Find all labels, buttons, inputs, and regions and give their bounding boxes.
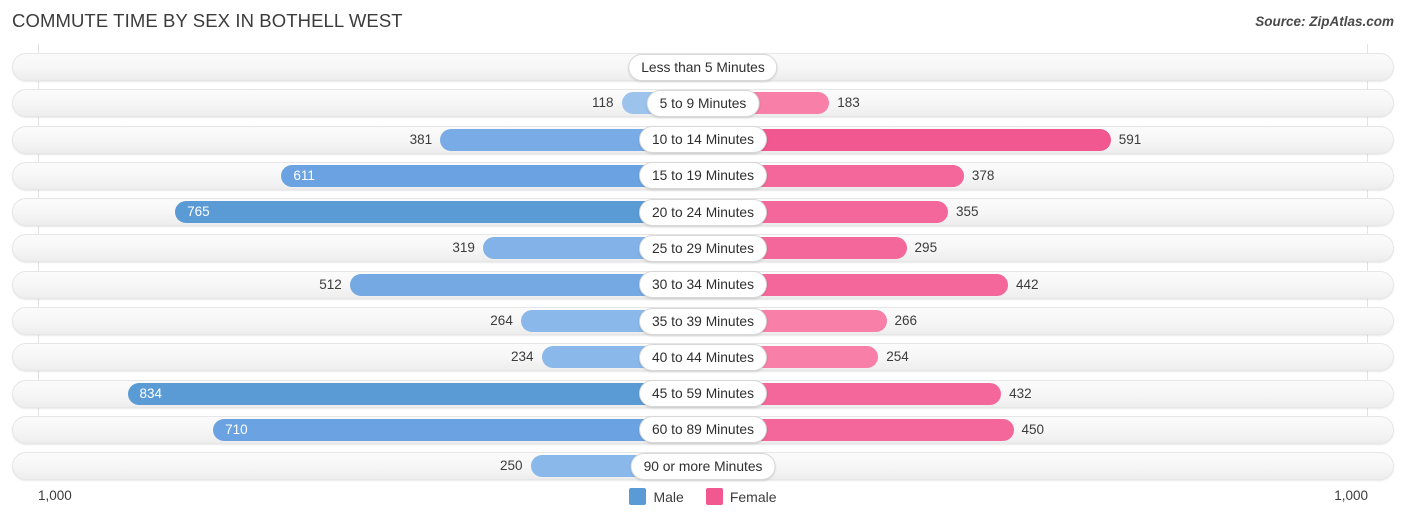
bar-value-male: 710 xyxy=(225,421,248,437)
category-label-pill: 35 to 39 Minutes xyxy=(638,307,768,335)
bar-value-male: 250 xyxy=(499,458,523,474)
bar-row: 710 450 60 to 89 Minutes xyxy=(0,413,1406,449)
bar-value-male: 264 xyxy=(490,313,513,329)
bar-value-male: 611 xyxy=(293,167,315,183)
bar-male[interactable] xyxy=(127,382,703,405)
bar-row: 381 591 10 to 14 Minutes xyxy=(0,123,1406,159)
bar-value-male: 118 xyxy=(592,95,614,111)
bar-value-female: 295 xyxy=(914,240,938,256)
category-label-pill: 90 or more Minutes xyxy=(630,452,776,480)
bar-value-female: 450 xyxy=(1021,421,1045,437)
legend-swatch-icon xyxy=(705,488,723,505)
category-label-pill: 45 to 59 Minutes xyxy=(638,380,768,408)
category-label-pill: 25 to 29 Minutes xyxy=(638,234,768,262)
chart-legend: Male Female xyxy=(0,488,1406,505)
legend-label: Male xyxy=(653,488,684,505)
bar-value-male: 834 xyxy=(139,385,163,401)
bar-value-female: 254 xyxy=(886,349,909,365)
legend-item[interactable]: Male xyxy=(629,488,684,505)
bar-male[interactable] xyxy=(213,418,703,441)
bar-value-female: 355 xyxy=(955,204,979,220)
bar-row: 834 432 45 to 59 Minutes xyxy=(0,377,1406,413)
bar-value-male: 381 xyxy=(409,131,433,147)
bar-value-female: 183 xyxy=(837,95,860,111)
category-label-pill: 15 to 19 Minutes xyxy=(638,162,768,190)
legend-label: Female xyxy=(729,488,777,505)
bar-rows: 6913Less than 5 Minutes 118 183 5 to 9 Minu… xyxy=(0,50,1406,486)
bar-row: 234 254 40 to 44 Minutes xyxy=(0,340,1406,376)
bar-row: 512 442 30 to 34 Minutes xyxy=(0,268,1406,304)
bar-row: 765 355 20 to 24 Minutes xyxy=(0,195,1406,231)
category-label-pill: 30 to 34 Minutes xyxy=(638,271,768,299)
bar-value-male: 234 xyxy=(511,349,534,365)
chart-header: COMMUTE TIME BY SEX IN BOTHELL WEST Sour… xyxy=(0,0,1406,44)
bar-value-male: 319 xyxy=(452,240,475,256)
page-title: COMMUTE TIME BY SEX IN BOTHELL WEST xyxy=(12,10,403,31)
bar-value-female: 442 xyxy=(1015,276,1039,292)
category-label-pill: Less than 5 Minutes xyxy=(628,53,778,81)
legend-item[interactable]: Female xyxy=(705,488,777,505)
category-label-pill: 20 to 24 Minutes xyxy=(638,198,768,226)
bar-value-female: 432 xyxy=(1009,385,1032,401)
category-label-pill: 40 to 44 Minutes xyxy=(638,343,768,371)
bar-row: 264 266 35 to 39 Minutes xyxy=(0,304,1406,340)
category-label-pill: 60 to 89 Minutes xyxy=(638,416,768,444)
category-label-pill: 10 to 14 Minutes xyxy=(638,126,768,154)
bar-value-male: 512 xyxy=(319,276,342,292)
bar-row: 319 295 25 to 29 Minutes xyxy=(0,231,1406,267)
legend-swatch-icon xyxy=(629,488,647,505)
bar-value-female: 591 xyxy=(1118,131,1142,147)
chart-plot-area: 6913Less than 5 Minutes 118 183 5 to 9 Minu… xyxy=(0,44,1406,481)
bar-male[interactable] xyxy=(175,201,703,224)
bar-row: 6913Less than 5 Minutes xyxy=(0,50,1406,86)
bar-row: 118 183 5 to 9 Minutes xyxy=(0,86,1406,122)
bar-row: 611 378 15 to 19 Minutes xyxy=(0,159,1406,195)
chart-footer: 1,000 1,000 Male Female xyxy=(0,480,1406,523)
source-attribution: Source: ZipAtlas.com xyxy=(1255,14,1394,29)
bar-value-female: 266 xyxy=(894,313,918,329)
bar-value-female: 378 xyxy=(971,167,995,183)
category-label-pill: 5 to 9 Minutes xyxy=(646,89,760,117)
bar-value-male: 765 xyxy=(187,204,210,220)
